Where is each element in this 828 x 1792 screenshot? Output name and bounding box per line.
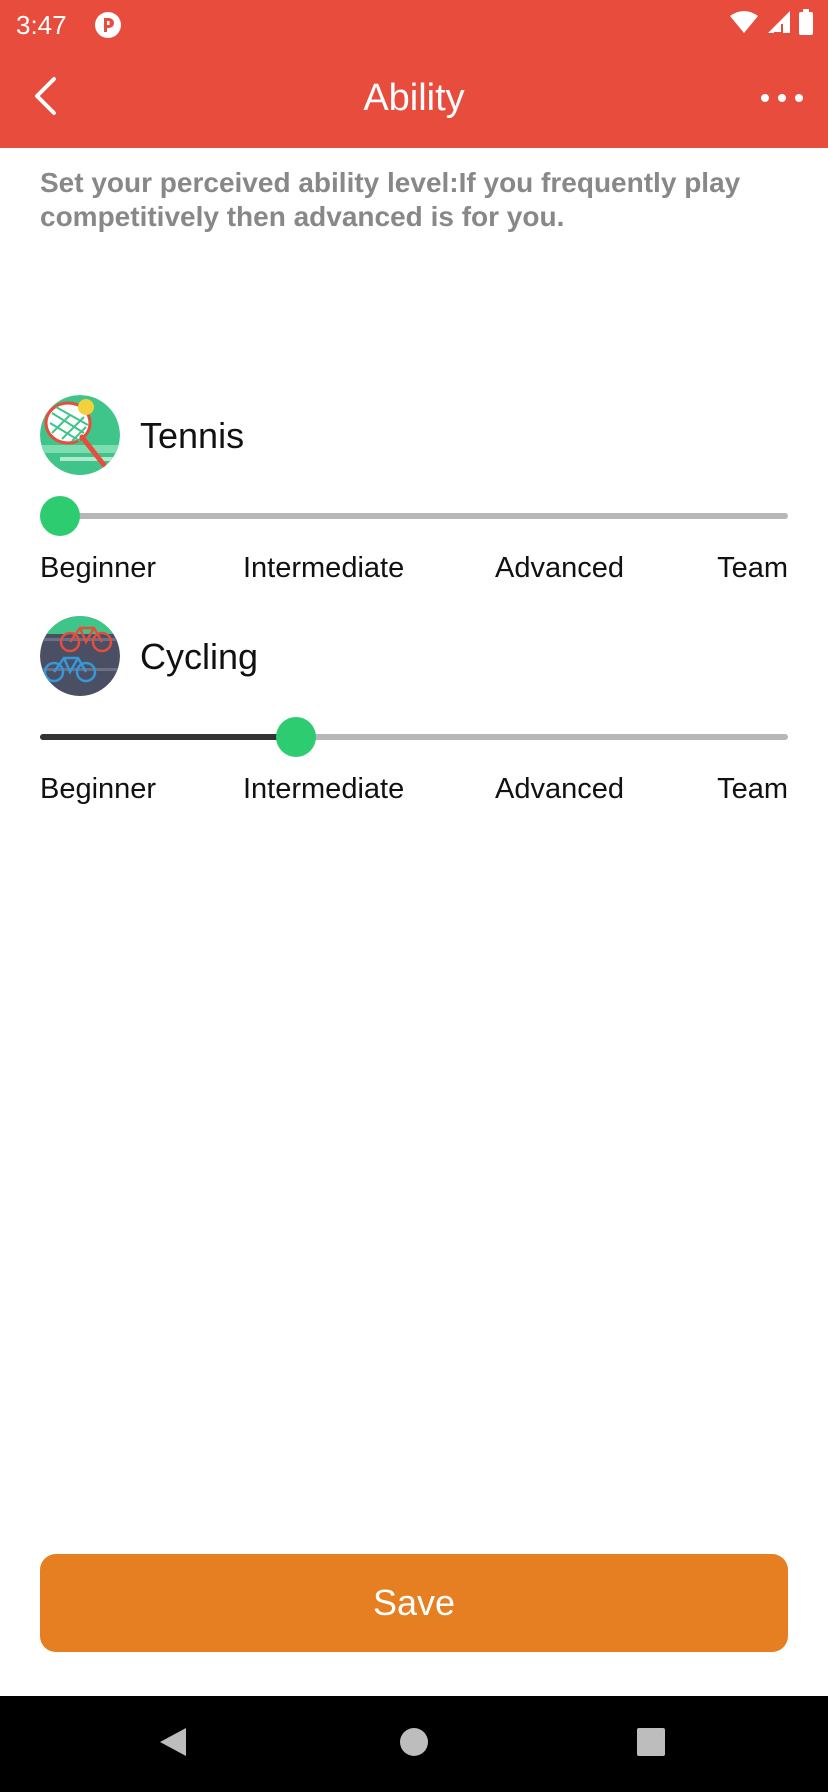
level-labels: Beginner Intermediate Advanced Team: [40, 772, 788, 808]
app-bar: Ability: [0, 48, 828, 148]
wifi-icon: [730, 10, 758, 39]
more-horizontal-icon: [761, 94, 769, 102]
sport-cycling: Cycling Beginner Intermediate Advanced T…: [40, 616, 788, 816]
sport-name: Cycling: [140, 636, 259, 677]
level-label-advanced: Advanced: [495, 552, 624, 584]
page-title: Ability: [363, 77, 465, 119]
sport-header: Cycling: [40, 616, 788, 696]
system-nav-bar: [0, 1696, 828, 1792]
back-triangle-icon: [158, 1726, 188, 1763]
tennis-racket-icon: [40, 395, 120, 475]
level-label-advanced: Advanced: [495, 773, 624, 805]
p-circle-icon: [94, 11, 122, 39]
home-circle-icon: [399, 1727, 429, 1762]
nav-recents-button[interactable]: [627, 1720, 675, 1768]
more-options-button[interactable]: [750, 66, 814, 130]
bicycle-icon: [40, 616, 120, 696]
slider-fill: [40, 734, 296, 740]
slider-thumb[interactable]: [276, 717, 316, 757]
ability-slider[interactable]: [40, 716, 788, 757]
status-icons: [730, 8, 814, 40]
battery-icon: [798, 8, 814, 40]
sport-header: Tennis: [40, 395, 788, 475]
slider-thumb[interactable]: [40, 496, 80, 536]
slider-track: [40, 513, 788, 519]
status-bar: 3:47: [0, 0, 828, 48]
signal-icon: [766, 10, 790, 39]
nav-back-button[interactable]: [149, 1720, 197, 1768]
level-label-beginner: Beginner: [40, 552, 157, 584]
level-label-intermediate: Intermediate: [243, 552, 405, 584]
level-label-beginner: Beginner: [40, 773, 157, 805]
instructions-text: Set your perceived ability level:If you …: [40, 167, 741, 232]
save-button[interactable]: Save: [40, 1554, 788, 1652]
ability-slider[interactable]: [40, 495, 788, 536]
level-label-intermediate: Intermediate: [243, 773, 405, 805]
sport-tennis: Tennis Beginner Intermediate Advanced Te…: [40, 395, 788, 595]
level-label-team: Team: [717, 773, 788, 805]
level-label-team: Team: [717, 552, 788, 584]
level-labels: Beginner Intermediate Advanced Team: [40, 551, 788, 587]
status-time: 3:47: [16, 10, 67, 40]
nav-home-button[interactable]: [390, 1720, 438, 1768]
sport-name: Tennis: [140, 415, 245, 456]
recents-square-icon: [636, 1727, 666, 1762]
